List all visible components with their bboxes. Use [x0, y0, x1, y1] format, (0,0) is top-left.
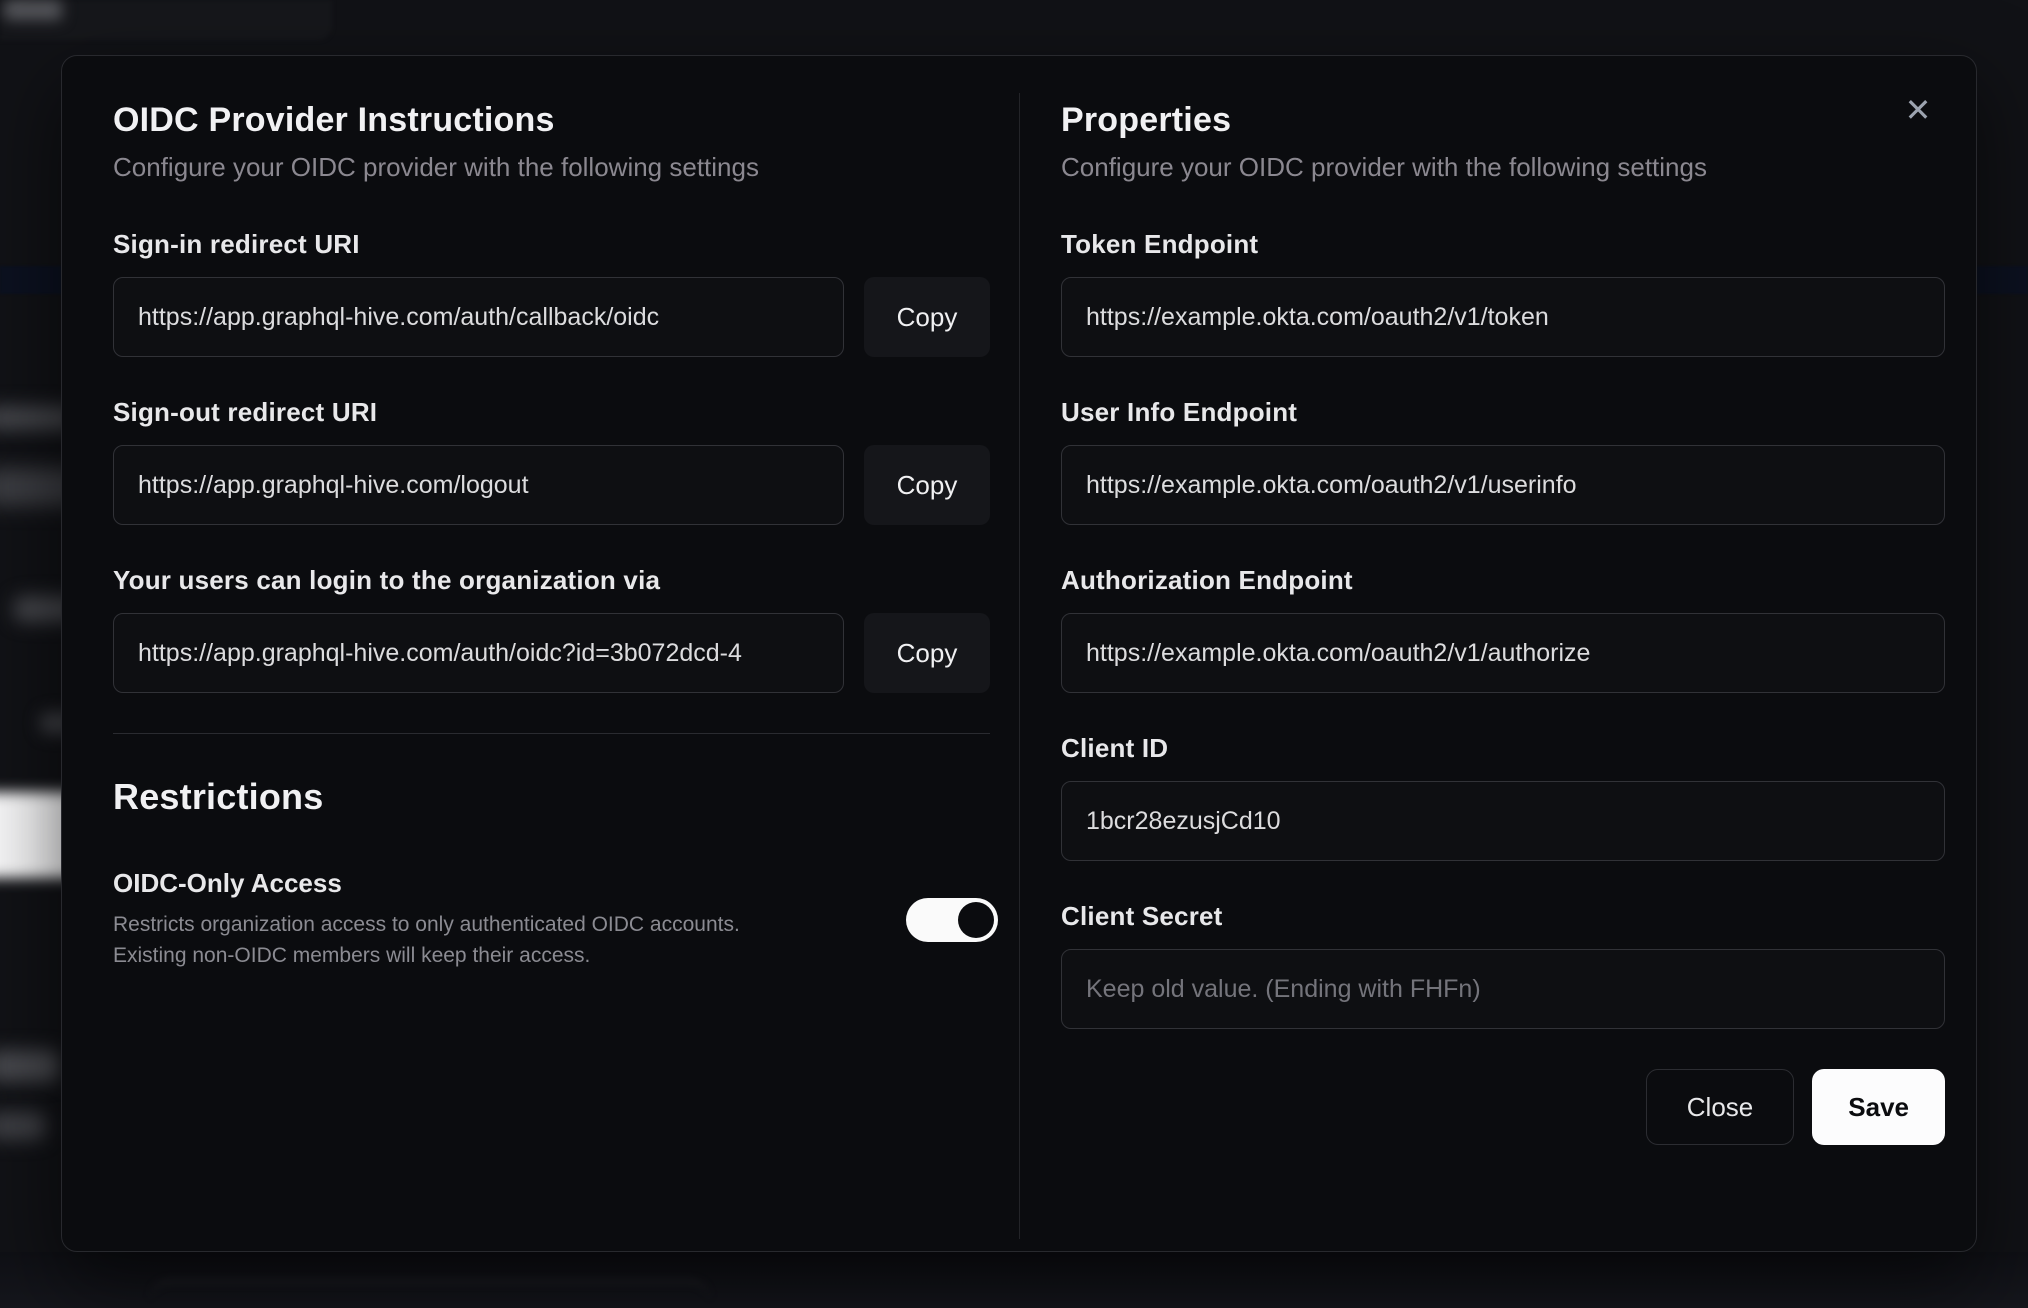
login-url-input[interactable]: [113, 613, 844, 693]
signin-redirect-input[interactable]: [113, 277, 844, 357]
client-id-label: Client ID: [1061, 733, 1169, 763]
copy-signin-button[interactable]: Copy: [864, 277, 990, 357]
login-url-label: Your users can login to the organization…: [113, 565, 661, 595]
toggle-knob: [958, 901, 994, 938]
blurred-logo: [4, 0, 62, 20]
authorization-endpoint-field: Authorization Endpoint: [1061, 565, 1945, 693]
oidc-settings-dialog: ✕ OIDC Provider Instructions Configure y…: [61, 55, 1977, 1252]
signin-redirect-label: Sign-in redirect URI: [113, 229, 360, 259]
copy-login-url-button[interactable]: Copy: [864, 613, 990, 693]
blurred-footer-band: [0, 1252, 2028, 1308]
properties-subtitle: Configure your OIDC provider with the fo…: [1061, 152, 1707, 182]
blurred-text-remnant: [0, 1112, 46, 1140]
oidc-only-access-description: Restricts organization access to only au…: [113, 913, 740, 967]
blurred-topbar: [0, 0, 332, 40]
token-endpoint-input[interactable]: [1061, 277, 1945, 357]
column-divider: [1019, 93, 1020, 1239]
instructions-title: OIDC Provider Instructions: [113, 101, 555, 139]
client-secret-field: Client Secret: [1061, 901, 1945, 1029]
instructions-subtitle: Configure your OIDC provider with the fo…: [113, 152, 759, 182]
blurred-text-remnant: [0, 1050, 60, 1082]
client-id-input[interactable]: [1061, 781, 1945, 861]
client-secret-label: Client Secret: [1061, 901, 1223, 931]
signout-redirect-field: Sign-out redirect URI Copy: [113, 397, 990, 525]
close-button[interactable]: Close: [1645, 1069, 1795, 1145]
client-id-field: Client ID: [1061, 733, 1945, 861]
login-url-field: Your users can login to the organization…: [113, 565, 990, 693]
oidc-only-access-row: OIDC-Only Access Restricts organization …: [113, 868, 998, 971]
userinfo-endpoint-label: User Info Endpoint: [1061, 397, 1298, 427]
restrictions-title: Restrictions: [113, 776, 324, 817]
oidc-only-toggle[interactable]: [906, 897, 998, 942]
client-secret-input[interactable]: [1061, 949, 1945, 1029]
authorization-endpoint-input[interactable]: [1061, 613, 1945, 693]
authorization-endpoint-label: Authorization Endpoint: [1061, 565, 1353, 595]
userinfo-endpoint-field: User Info Endpoint: [1061, 397, 1945, 525]
token-endpoint-label: Token Endpoint: [1061, 229, 1259, 259]
signout-redirect-label: Sign-out redirect URI: [113, 397, 378, 427]
copy-signout-button[interactable]: Copy: [864, 445, 990, 525]
dialog-actions: Close Save: [1061, 1069, 1945, 1145]
save-button[interactable]: Save: [1812, 1069, 1945, 1145]
token-endpoint-field: Token Endpoint: [1061, 229, 1945, 357]
properties-title: Properties: [1061, 101, 1232, 139]
oidc-only-access-label: OIDC-Only Access: [113, 868, 342, 898]
oidc-only-access-text: OIDC-Only Access Restricts organization …: [113, 868, 740, 971]
blurred-footer-line: [150, 1280, 710, 1308]
instructions-section: OIDC Provider Instructions Configure you…: [113, 101, 998, 971]
userinfo-endpoint-input[interactable]: [1061, 445, 1945, 525]
signin-redirect-field: Sign-in redirect URI Copy: [113, 229, 990, 357]
properties-section: Properties Configure your OIDC provider …: [1061, 101, 1945, 1145]
signout-redirect-input[interactable]: [113, 445, 844, 525]
section-divider: [113, 733, 990, 734]
